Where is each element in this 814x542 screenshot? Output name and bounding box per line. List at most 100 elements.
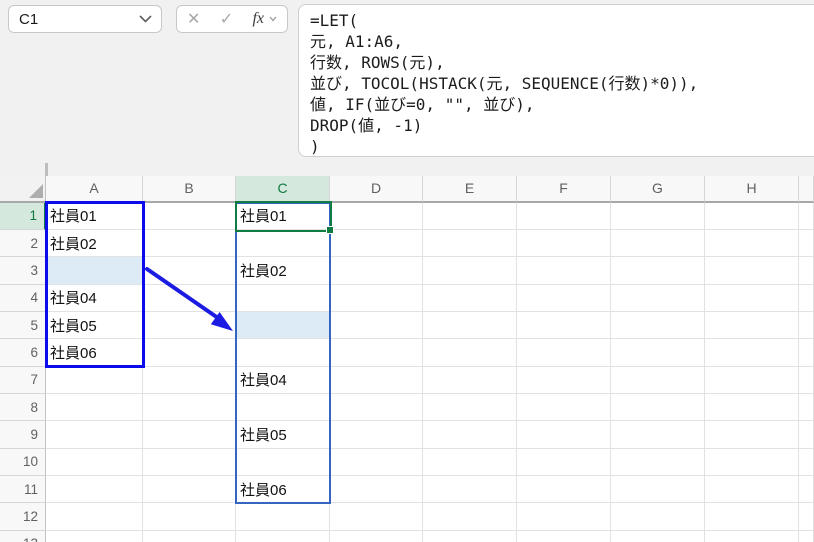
cell-F7[interactable] [517,366,611,394]
cell-I7[interactable] [799,366,814,394]
column-header-G[interactable]: G [611,176,705,203]
cell-I2[interactable] [799,230,814,258]
column-header-H[interactable]: H [705,176,799,203]
cell-B6[interactable] [143,339,236,367]
cell-E1[interactable] [423,202,517,231]
cell-A3[interactable] [46,257,143,285]
cell-E11[interactable] [423,476,517,504]
cell-F3[interactable] [517,257,611,285]
cell-G9[interactable] [611,421,705,449]
cell-I6[interactable] [799,339,814,367]
cell-D9[interactable] [330,421,423,449]
cell-C13[interactable] [236,530,330,542]
cell-H2[interactable] [705,230,799,258]
cell-E9[interactable] [423,421,517,449]
row-header-3[interactable]: 3 [0,257,46,285]
cell-G12[interactable] [611,503,705,531]
cell-B12[interactable] [143,503,236,531]
cell-B5[interactable] [143,312,236,340]
row-header-4[interactable]: 4 [0,284,46,313]
cell-B1[interactable] [143,202,236,231]
cell-D6[interactable] [330,339,423,367]
cell-G1[interactable] [611,202,705,231]
cancel-button[interactable]: ✕ [187,9,200,29]
chevron-down-icon[interactable] [139,15,152,23]
cell-I1[interactable] [799,202,814,231]
cell-H3[interactable] [705,257,799,285]
cell-E4[interactable] [423,284,517,313]
select-all-button[interactable] [0,176,46,203]
column-header-A[interactable]: A [46,176,143,203]
cell-G7[interactable] [611,366,705,394]
cell-E13[interactable] [423,530,517,542]
cell-D8[interactable] [330,394,423,422]
cell-C2[interactable] [236,230,330,258]
formula-text[interactable]: =LET( 元, A1:A6, 行数, ROWS(元), 並び, TOCOL(H… [299,5,814,157]
cell-A2[interactable]: 社員02 [46,230,143,258]
cell-A9[interactable] [46,421,143,449]
cell-F1[interactable] [517,202,611,231]
cell-D2[interactable] [330,230,423,258]
cell-H7[interactable] [705,366,799,394]
row-header-12[interactable]: 12 [0,503,46,531]
cell-I8[interactable] [799,394,814,422]
fill-handle[interactable] [325,225,334,234]
enter-button[interactable]: ✓ [220,9,233,29]
cell-C4[interactable] [236,284,330,313]
column-header-partial[interactable] [799,176,814,203]
cell-F13[interactable] [517,530,611,542]
cell-H10[interactable] [705,448,799,476]
cell-A11[interactable] [46,476,143,504]
cell-B9[interactable] [143,421,236,449]
row-header-7[interactable]: 7 [0,366,46,394]
cell-I9[interactable] [799,421,814,449]
cell-C6[interactable] [236,339,330,367]
column-header-E[interactable]: E [423,176,517,203]
name-box[interactable]: C1 [8,5,162,33]
cell-H5[interactable] [705,312,799,340]
insert-function-button[interactable]: fx [252,10,277,28]
cell-D10[interactable] [330,448,423,476]
cell-H4[interactable] [705,284,799,313]
cell-D4[interactable] [330,284,423,313]
name-box-value[interactable]: C1 [9,11,139,28]
cell-A12[interactable] [46,503,143,531]
cell-E5[interactable] [423,312,517,340]
cell-A13[interactable] [46,530,143,542]
cell-B7[interactable] [143,366,236,394]
cell-I3[interactable] [799,257,814,285]
cell-F6[interactable] [517,339,611,367]
cell-C3[interactable]: 社員02 [236,257,330,285]
column-header-C[interactable]: C [236,176,330,203]
row-header-11[interactable]: 11 [0,476,46,504]
cell-I5[interactable] [799,312,814,340]
row-header-8[interactable]: 8 [0,394,46,422]
cell-D7[interactable] [330,366,423,394]
cell-A8[interactable] [46,394,143,422]
cell-C7[interactable]: 社員04 [236,366,330,394]
cell-F5[interactable] [517,312,611,340]
cell-G11[interactable] [611,476,705,504]
cell-F10[interactable] [517,448,611,476]
cell-I4[interactable] [799,284,814,313]
cell-I11[interactable] [799,476,814,504]
cell-C1[interactable]: 社員01 [236,202,330,231]
cell-C12[interactable] [236,503,330,531]
cell-A5[interactable]: 社員05 [46,312,143,340]
cell-E7[interactable] [423,366,517,394]
cell-A1[interactable]: 社員01 [46,202,143,231]
cell-G13[interactable] [611,530,705,542]
cell-D3[interactable] [330,257,423,285]
cell-H1[interactable] [705,202,799,231]
cell-F8[interactable] [517,394,611,422]
cell-B10[interactable] [143,448,236,476]
cell-B8[interactable] [143,394,236,422]
row-header-13[interactable]: 13 [0,530,46,542]
cell-H12[interactable] [705,503,799,531]
cell-C10[interactable] [236,448,330,476]
cell-F12[interactable] [517,503,611,531]
cell-I12[interactable] [799,503,814,531]
formula-bar[interactable]: =LET( 元, A1:A6, 行数, ROWS(元), 並び, TOCOL(H… [298,4,814,157]
cell-A7[interactable] [46,366,143,394]
cell-H13[interactable] [705,530,799,542]
